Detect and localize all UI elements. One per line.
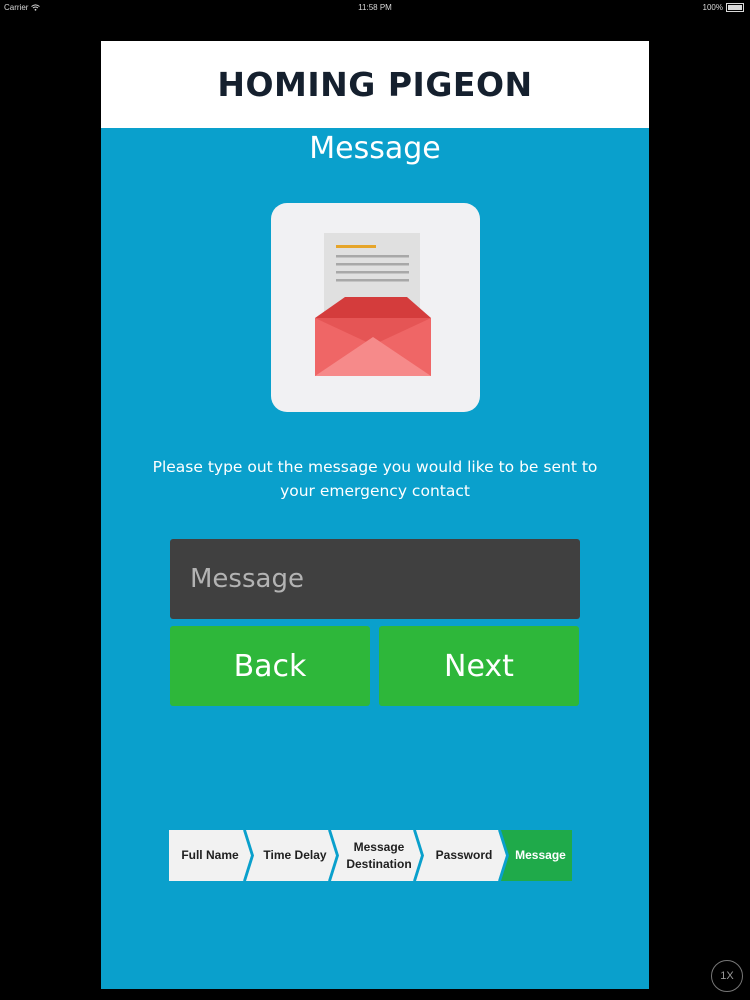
battery-status: 100% — [703, 3, 744, 12]
zoom-indicator[interactable]: 1X — [711, 960, 743, 992]
step-full-name: Full Name — [181, 848, 239, 862]
step-message-active: Message — [515, 848, 566, 862]
step-message-destination: Message Destination — [346, 839, 412, 871]
progress-steps: Full Name Time Delay Message Destination… — [169, 830, 572, 881]
app-header: HOMING PIGEON — [101, 41, 649, 128]
step-time-delay: Time Delay — [263, 848, 327, 862]
step-password: Password — [435, 848, 493, 862]
next-button[interactable]: Next — [379, 626, 579, 706]
instruction-text: Please type out the message you would li… — [152, 458, 598, 500]
app-screen: HOMING PIGEON Message Please type out th… — [101, 41, 649, 989]
message-input[interactable] — [170, 539, 580, 619]
status-bar: Carrier 11:58 PM 100% — [0, 0, 750, 16]
battery-icon — [726, 3, 744, 12]
status-time: 11:58 PM — [358, 3, 392, 12]
message-illustration — [271, 203, 480, 412]
page-title: Message — [309, 131, 441, 166]
envelope-letter-icon — [315, 233, 431, 376]
app-title: HOMING PIGEON — [217, 65, 533, 104]
battery-percent: 100% — [702, 3, 723, 12]
back-button[interactable]: Back — [170, 626, 370, 706]
